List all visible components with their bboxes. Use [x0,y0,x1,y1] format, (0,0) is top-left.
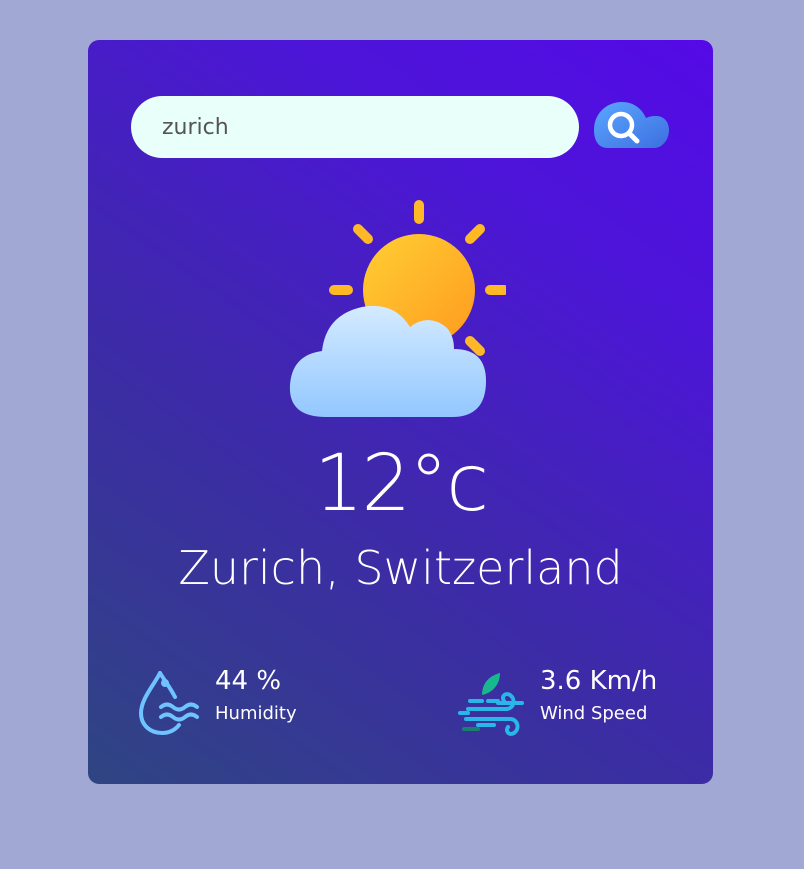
search-input[interactable] [131,96,579,158]
wind-speed-label: Wind Speed [540,703,648,724]
wind-panel: 3.6 Km/h Wind Speed [458,665,688,736]
search-button[interactable] [594,100,670,156]
search-bar [131,96,671,158]
humidity-label: Humidity [215,703,297,724]
humidity-drop-icon [135,667,205,741]
weather-condition-icon [286,195,509,421]
wind-leaf-icon [458,667,530,741]
cloud-search-icon [594,102,669,148]
partly-cloudy-sun-icon [289,200,509,417]
temperature-value: 12°c [313,439,489,529]
wind-speed-value: 3.6 Km/h [540,666,658,696]
location-name: Zurich, Switzerland [178,541,623,595]
humidity-value: 44 % [215,666,282,696]
humidity-panel: 44 % Humidity [135,665,355,735]
weather-card: 12°c Zurich, Switzerland 44 % Humidity [88,40,713,784]
